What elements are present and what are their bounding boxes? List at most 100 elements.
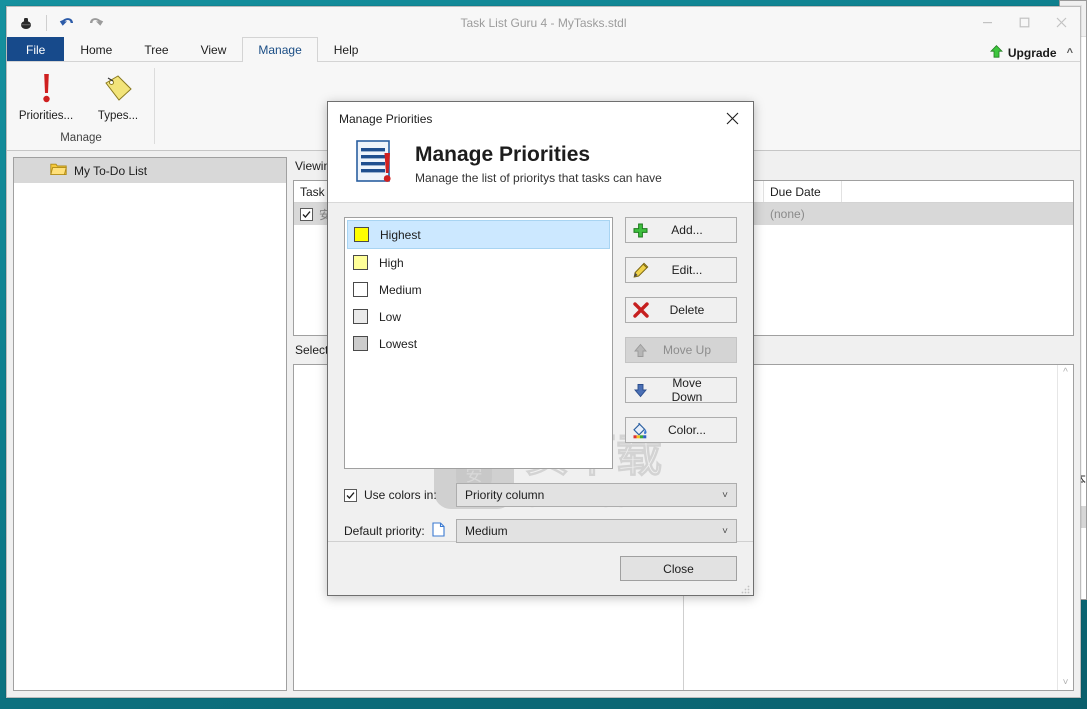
close-button[interactable] — [1043, 7, 1080, 38]
dialog-banner-text: Manage Priorities Manage the list of pri… — [415, 142, 662, 185]
tree-pane: My To-Do List — [13, 157, 287, 691]
window-title: Task List Guru 4 - MyTasks.stdl — [460, 15, 627, 30]
dialog-subheading: Manage the list of prioritys that tasks … — [415, 171, 662, 185]
list-item[interactable]: Medium — [347, 276, 610, 303]
resize-grip[interactable] — [741, 583, 750, 594]
plus-icon — [626, 223, 656, 238]
use-colors-value: Priority column — [465, 488, 545, 502]
priority-label: Low — [379, 309, 402, 324]
dialog-heading: Manage Priorities — [415, 143, 591, 166]
tab-view[interactable]: View — [185, 37, 243, 61]
dialog-options: Use colors in: Priority column ˅ Default… — [344, 483, 737, 543]
color-swatch — [353, 255, 368, 270]
dialog-banner: Manage Priorities Manage the list of pri… — [328, 135, 753, 203]
default-priority-row: Default priority: Medium ˅ — [344, 519, 737, 543]
color-swatch — [353, 309, 368, 324]
quick-access-toolbar — [7, 12, 106, 34]
color-button[interactable]: Color... — [624, 417, 737, 443]
ribbon-group-manage: Priorities... Types... Manage — [7, 62, 155, 150]
add-button[interactable]: Add... — [624, 217, 737, 243]
priority-label: Highest — [380, 227, 421, 242]
due-date-cell: (none) — [770, 207, 805, 221]
sidebar-item-label: My To-Do List — [74, 163, 148, 178]
default-priority-select[interactable]: Medium ˅ — [456, 519, 737, 543]
paint-bucket-icon — [626, 422, 656, 439]
upgrade-link[interactable]: Upgrade ^ — [989, 45, 1080, 61]
list-item[interactable]: Highest — [347, 220, 610, 249]
maximize-button[interactable] — [1006, 7, 1043, 38]
column-header-due-date[interactable]: Due Date — [764, 181, 842, 202]
default-priority-label-wrap: Default priority: — [344, 522, 456, 540]
delete-x-icon — [626, 302, 656, 318]
add-button-label: Add... — [671, 223, 703, 237]
dialog-footer: Close — [328, 541, 753, 595]
tab-manage[interactable]: Manage — [242, 37, 318, 62]
color-swatch — [353, 282, 368, 297]
use-colors-select[interactable]: Priority column ˅ — [456, 483, 737, 507]
task-checkbox[interactable] — [300, 207, 313, 221]
ribbon-group-separator — [154, 68, 155, 144]
use-colors-label-wrap: Use colors in: — [344, 488, 456, 502]
move-up-button-label: Move Up — [662, 343, 711, 357]
sidebar-item-my-to-do-list[interactable]: My To-Do List — [14, 158, 286, 183]
dialog-button-column: Add... Edit... Delete Move Up Move Down … — [624, 217, 737, 469]
upgrade-label: Upgrade — [1007, 46, 1057, 60]
edit-button-label: Edit... — [671, 263, 703, 277]
use-colors-label: Use colors in: — [364, 488, 437, 502]
chevron-down-icon: ˅ — [722, 489, 728, 501]
close-dialog-button[interactable]: Close — [620, 556, 737, 581]
tab-help[interactable]: Help — [318, 37, 375, 61]
manage-priorities-dialog: Manage Priorities Manage Priorities Mana… — [327, 101, 754, 596]
priority-label: High — [379, 255, 404, 270]
chevron-up-icon[interactable]: ^ — [1067, 47, 1073, 59]
color-swatch — [353, 336, 368, 351]
minimize-button[interactable] — [969, 7, 1006, 38]
default-priority-label: Default priority: — [344, 524, 425, 538]
tag-icon — [102, 72, 134, 106]
ribbon-button-types[interactable]: Types... — [85, 68, 151, 122]
detail-scrollbar[interactable]: ^ ˅ — [1057, 365, 1073, 690]
move-up-button: Move Up — [624, 337, 737, 363]
delete-button-label: Delete — [669, 303, 705, 317]
color-swatch — [354, 227, 369, 242]
use-colors-row: Use colors in: Priority column ˅ — [344, 483, 737, 507]
priorities-list[interactable]: Highest High Medium Low Lowest — [344, 217, 613, 469]
ribbon-button-priorities-label: Priorities... — [18, 110, 74, 122]
folder-icon — [50, 162, 67, 179]
move-down-button-label: Move Down — [671, 376, 703, 404]
tab-tree[interactable]: Tree — [128, 37, 184, 61]
redo-icon[interactable] — [84, 12, 106, 34]
tab-home[interactable]: Home — [64, 37, 128, 61]
pencil-icon — [626, 262, 656, 278]
edit-button[interactable]: Edit... — [624, 257, 737, 283]
dialog-titlebar: Manage Priorities — [328, 102, 753, 135]
upgrade-arrow-icon — [989, 45, 1003, 61]
undo-icon[interactable] — [56, 12, 78, 34]
qat-separator — [46, 14, 47, 31]
list-item[interactable]: Low — [347, 303, 610, 330]
close-icon[interactable] — [711, 102, 753, 135]
ribbon-button-types-label: Types... — [97, 110, 139, 122]
exclamation-icon — [40, 72, 53, 106]
use-colors-checkbox[interactable] — [344, 488, 357, 502]
document-icon — [432, 522, 445, 540]
arrow-down-icon — [626, 383, 656, 398]
priority-label: Medium — [379, 282, 422, 297]
app-menu-icon[interactable] — [15, 12, 37, 34]
chevron-down-icon: ˅ — [722, 525, 728, 537]
dialog-body: 安 安下载 anxz.com Highest High Medium — [328, 203, 753, 543]
scroll-down-icon[interactable]: ˅ — [1063, 675, 1069, 690]
default-priority-value: Medium — [465, 524, 508, 538]
priorities-document-icon — [356, 139, 400, 188]
dialog-columns: Highest High Medium Low Lowest Add... Ed… — [344, 217, 737, 469]
dialog-title-text: Manage Priorities — [339, 111, 433, 126]
list-item[interactable]: Lowest — [347, 330, 610, 357]
window-controls — [969, 7, 1080, 38]
move-down-button[interactable]: Move Down — [624, 376, 737, 404]
scroll-up-icon[interactable]: ^ — [1063, 365, 1068, 380]
tab-file[interactable]: File — [7, 37, 65, 61]
ribbon-button-priorities[interactable]: Priorities... — [13, 68, 79, 122]
delete-button[interactable]: Delete — [624, 297, 737, 323]
list-item[interactable]: High — [347, 249, 610, 276]
ribbon-group-label: Manage — [60, 132, 102, 144]
